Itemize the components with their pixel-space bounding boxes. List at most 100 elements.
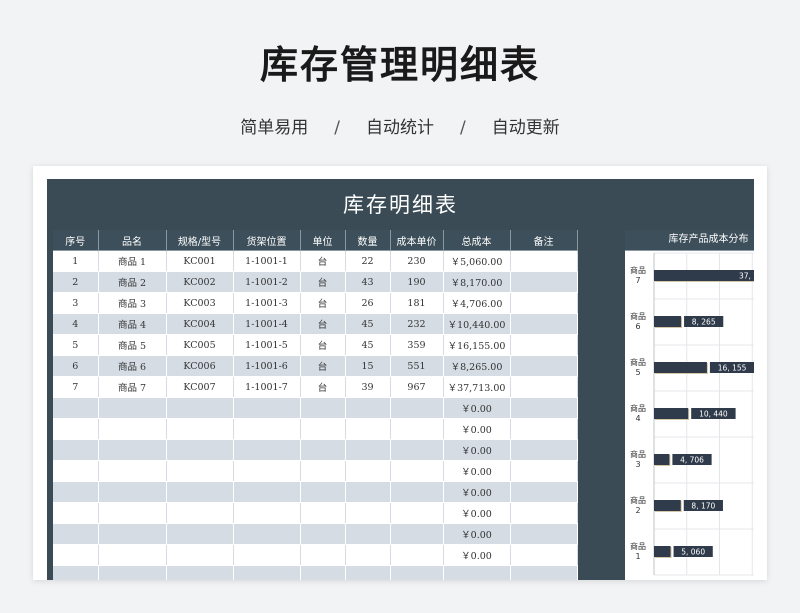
table-cell[interactable] [390,565,444,580]
table-cell[interactable]: 1-1001-5 [233,334,301,356]
table-cell[interactable]: ￥0.00 [443,481,511,503]
table-cell[interactable]: 45 [345,334,391,356]
table-cell[interactable] [166,439,234,461]
table-cell[interactable]: 1-1001-3 [233,292,301,314]
table-cell[interactable] [233,397,301,419]
table-cell[interactable]: ￥8,265.00 [443,355,511,377]
table-cell[interactable]: ￥37,713.00 [443,376,511,398]
table-cell[interactable]: ￥0.00 [443,460,511,482]
table-cell[interactable]: 商品 1 [98,250,167,272]
table-cell[interactable] [98,397,167,419]
table-cell[interactable]: 1-1001-1 [233,250,301,272]
table-cell[interactable] [233,565,301,580]
table-cell[interactable]: 15 [345,355,391,377]
table-cell[interactable]: 商品 2 [98,271,167,293]
table-cell[interactable] [233,418,301,440]
table-cell[interactable] [510,250,578,272]
table-cell[interactable]: 190 [390,271,444,293]
table-cell[interactable] [390,502,444,524]
table-cell[interactable] [53,565,99,580]
table-cell[interactable] [98,481,167,503]
table-cell[interactable] [510,565,578,580]
table-cell[interactable] [53,418,99,440]
table-cell[interactable]: 1-1001-4 [233,313,301,335]
table-cell[interactable] [233,481,301,503]
table-cell[interactable] [98,565,167,580]
table-cell[interactable] [233,523,301,545]
table-cell[interactable]: 台 [300,292,346,314]
table-cell[interactable]: 台 [300,250,346,272]
table-cell[interactable]: ￥4,706.00 [443,292,511,314]
table-cell[interactable]: 551 [390,355,444,377]
table-cell[interactable]: 4 [53,313,99,335]
table-cell[interactable]: KC002 [166,271,234,293]
table-cell[interactable]: 5 [53,334,99,356]
table-cell[interactable] [300,523,346,545]
table-cell[interactable] [98,523,167,545]
table-cell[interactable] [510,418,578,440]
table-cell[interactable] [53,544,99,566]
table-cell[interactable] [510,397,578,419]
table-cell[interactable]: 台 [300,376,346,398]
table-cell[interactable]: 商品 5 [98,334,167,356]
table-cell[interactable]: 39 [345,376,391,398]
table-cell[interactable] [510,292,578,314]
table-cell[interactable]: 181 [390,292,444,314]
table-cell[interactable]: 商品 3 [98,292,167,314]
table-cell[interactable] [233,502,301,524]
table-cell[interactable] [345,565,391,580]
table-cell[interactable] [233,460,301,482]
table-cell[interactable]: KC006 [166,355,234,377]
table-cell[interactable] [53,481,99,503]
table-cell[interactable]: 台 [300,334,346,356]
table-cell[interactable] [300,565,346,580]
table-cell[interactable]: 台 [300,355,346,377]
table-cell[interactable]: 1-1001-7 [233,376,301,398]
table-cell[interactable]: KC005 [166,334,234,356]
table-cell[interactable] [300,481,346,503]
table-cell[interactable] [345,502,391,524]
table-cell[interactable]: 台 [300,271,346,293]
table-cell[interactable] [98,460,167,482]
table-cell[interactable] [390,460,444,482]
table-cell[interactable]: 2 [53,271,99,293]
table-cell[interactable]: ￥5,060.00 [443,250,511,272]
table-cell[interactable] [510,523,578,545]
table-cell[interactable] [345,523,391,545]
table-cell[interactable]: 3 [53,292,99,314]
table-cell[interactable] [233,544,301,566]
table-cell[interactable] [510,376,578,398]
table-cell[interactable]: 26 [345,292,391,314]
table-cell[interactable] [53,502,99,524]
table-cell[interactable]: ￥0.00 [443,544,511,566]
table-cell[interactable] [53,397,99,419]
table-cell[interactable] [300,502,346,524]
table-cell[interactable]: 232 [390,313,444,335]
table-cell[interactable] [390,544,444,566]
table-cell[interactable] [345,439,391,461]
table-cell[interactable]: 1-1001-2 [233,271,301,293]
table-cell[interactable] [300,397,346,419]
table-cell[interactable] [166,544,234,566]
table-cell[interactable] [53,460,99,482]
table-cell[interactable]: 1 [53,250,99,272]
table-cell[interactable]: ￥16,155.00 [443,334,511,356]
table-cell[interactable] [166,565,234,580]
table-cell[interactable]: ￥0.00 [443,418,511,440]
table-cell[interactable] [98,544,167,566]
table-cell[interactable] [166,481,234,503]
table-cell[interactable]: 967 [390,376,444,398]
table-cell[interactable]: ￥8,170.00 [443,271,511,293]
table-cell[interactable]: 359 [390,334,444,356]
table-cell[interactable]: ￥0.00 [443,502,511,524]
table-cell[interactable] [300,460,346,482]
table-cell[interactable]: 7 [53,376,99,398]
table-cell[interactable]: 43 [345,271,391,293]
table-cell[interactable] [345,460,391,482]
table-cell[interactable] [390,481,444,503]
table-cell[interactable] [510,313,578,335]
table-cell[interactable]: 230 [390,250,444,272]
table-cell[interactable]: 45 [345,313,391,335]
table-cell[interactable] [510,355,578,377]
table-cell[interactable]: 商品 4 [98,313,167,335]
